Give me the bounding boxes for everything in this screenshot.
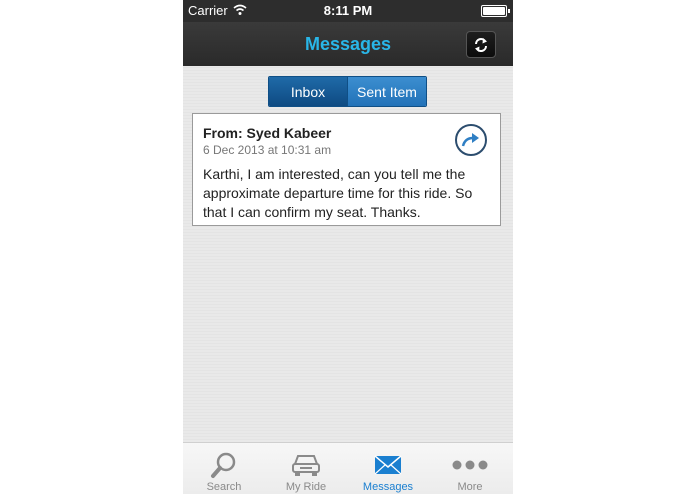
phone-screen: Carrier 8:11 PM Messages Inbox Sent Item…	[183, 0, 513, 494]
message-date: 6 Dec 2013 at 10:31 am	[203, 143, 332, 157]
tab-sent-item[interactable]: Sent Item	[347, 77, 426, 106]
tab-messages[interactable]: Messages	[347, 443, 429, 494]
nav-bar: Messages	[183, 22, 513, 66]
status-bar: Carrier 8:11 PM	[183, 0, 513, 22]
tab-search[interactable]: Search	[183, 443, 265, 494]
status-time: 8:11 PM	[323, 3, 373, 18]
tab-label-search: Search	[206, 481, 242, 493]
messages-content: Inbox Sent Item From: Syed Kabeer 6 Dec …	[183, 66, 513, 442]
tab-label-more: More	[457, 481, 483, 493]
car-icon	[292, 455, 320, 476]
message-body: Karthi, I am interested, can you tell me…	[203, 166, 473, 220]
refresh-button[interactable]	[466, 31, 496, 58]
tab-bar: Search My Ride Messages More	[183, 442, 513, 494]
search-icon	[211, 452, 236, 478]
message-sender: From: Syed Kabeer	[203, 125, 332, 141]
tab-label-my-ride: My Ride	[285, 481, 327, 493]
message-card[interactable]: From: Syed Kabeer 6 Dec 2013 at 10:31 am…	[192, 113, 501, 226]
page-title: Messages	[304, 34, 392, 54]
envelope-icon	[374, 455, 402, 475]
refresh-icon	[475, 37, 487, 52]
tab-label-messages: Messages	[362, 481, 414, 493]
tab-inbox[interactable]: Inbox	[269, 77, 347, 106]
segmented-control: Inbox Sent Item	[268, 76, 427, 107]
more-icon	[452, 460, 488, 470]
tab-more[interactable]: More	[429, 443, 511, 494]
forward-icon	[461, 133, 479, 147]
forward-button[interactable]	[455, 124, 487, 156]
tab-my-ride[interactable]: My Ride	[265, 443, 347, 494]
battery-icon	[481, 5, 510, 17]
